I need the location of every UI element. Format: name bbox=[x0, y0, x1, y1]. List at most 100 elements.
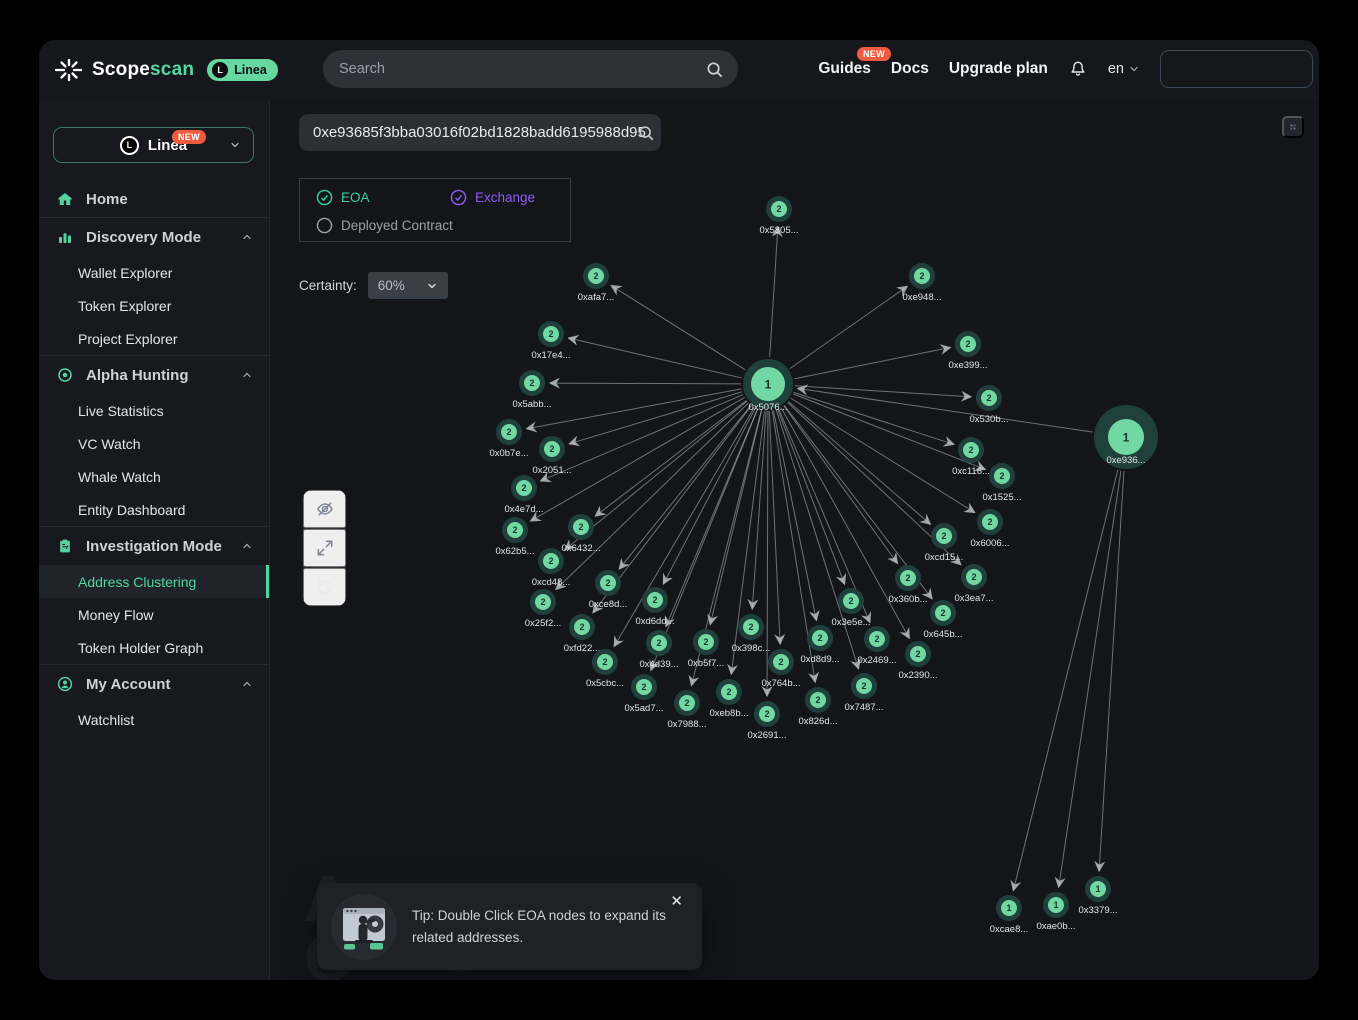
svg-text:0x398c...: 0x398c... bbox=[732, 643, 771, 654]
filter-exchange-checkbox[interactable]: Exchange bbox=[450, 189, 535, 206]
sidebar-section-my-account[interactable]: My Account bbox=[39, 665, 269, 703]
chevron-down-icon bbox=[426, 280, 438, 292]
chevron-down-icon bbox=[229, 139, 241, 151]
graph-node-0x5abb[interactable]: 20x5abb... bbox=[512, 370, 551, 410]
wallet-button[interactable] bbox=[1160, 50, 1313, 88]
graph-node-0xe936[interactable]: 10xe936... bbox=[1094, 405, 1158, 469]
sidebar-item-token-explorer[interactable]: Token Explorer bbox=[39, 289, 269, 322]
linea-chain-badge: L Linea bbox=[207, 59, 278, 81]
graph-node-0x2691[interactable]: 20x2691... bbox=[747, 701, 786, 741]
filter-deployed-contract-checkbox[interactable]: Deployed Contract bbox=[316, 217, 453, 234]
sidebar-item-vc-watch[interactable]: VC Watch bbox=[39, 427, 269, 460]
graph-node-0xae0b[interactable]: 10xae0b... bbox=[1036, 892, 1075, 932]
app-title: Scopescan bbox=[92, 59, 194, 81]
graph-node-0x5805[interactable]: 20x5805... bbox=[759, 196, 798, 236]
graph-node-0xcd15[interactable]: 20xcd15... bbox=[925, 523, 964, 563]
svg-text:0xae0b...: 0xae0b... bbox=[1036, 921, 1075, 932]
graph-node-0x62b5[interactable]: 20x62b5... bbox=[495, 517, 534, 557]
svg-text:0x7487...: 0x7487... bbox=[844, 702, 883, 713]
notification-bell-icon[interactable] bbox=[1068, 59, 1088, 79]
graph-node-0x826d[interactable]: 20x826d... bbox=[798, 687, 837, 727]
app-window: Scopescan L Linea Guides NEW Docs Upgrad… bbox=[39, 40, 1319, 980]
nav-upgrade-plan[interactable]: Upgrade plan bbox=[949, 60, 1048, 78]
sidebar-item-token-holder-graph[interactable]: Token Holder Graph bbox=[39, 631, 269, 664]
sidebar-item-entity-dashboard[interactable]: Entity Dashboard bbox=[39, 493, 269, 526]
graph-edge bbox=[619, 405, 751, 569]
svg-text:0x645b...: 0x645b... bbox=[923, 629, 962, 640]
graph-node-0x4d39[interactable]: 20x4d39... bbox=[639, 630, 678, 670]
sidebar-item-project-explorer[interactable]: Project Explorer bbox=[39, 322, 269, 355]
graph-node-0x5ad7[interactable]: 20x5ad7... bbox=[624, 674, 663, 714]
sidebar-item-money-flow[interactable]: Money Flow bbox=[39, 598, 269, 631]
graph-node-0xe399[interactable]: 20xe399... bbox=[948, 331, 987, 371]
filter-eoa-checkbox[interactable]: EOA bbox=[316, 189, 370, 206]
certainty-label: Certainty: bbox=[299, 278, 357, 293]
graph-node-0x3379[interactable]: 10x3379... bbox=[1078, 876, 1117, 916]
graph-canvas[interactable]: A C 10x5076...10xe936...20x5805...20xafa… bbox=[270, 100, 1319, 980]
svg-text:2: 2 bbox=[512, 525, 517, 535]
brand[interactable]: Scopescan L Linea bbox=[55, 40, 278, 100]
sidebar-item-live-statistics[interactable]: Live Statistics bbox=[39, 394, 269, 427]
search-input[interactable] bbox=[337, 60, 705, 78]
graph-node-0xd6dd[interactable]: 20xd6dd... bbox=[635, 587, 674, 627]
graph-node-0x4e7d[interactable]: 20x4e7d... bbox=[504, 475, 543, 515]
sidebar-item-home[interactable]: Home bbox=[39, 181, 269, 217]
nav-docs[interactable]: Docs bbox=[891, 60, 929, 78]
fullscreen-button[interactable] bbox=[1282, 116, 1304, 138]
svg-text:2: 2 bbox=[548, 556, 553, 566]
graph-node-0x7988[interactable]: 20x7988... bbox=[667, 690, 706, 730]
expand-icon bbox=[315, 538, 335, 558]
nav-guides[interactable]: Guides NEW bbox=[818, 60, 871, 78]
global-search[interactable] bbox=[323, 50, 738, 88]
graph-node-0x2469[interactable]: 20x2469... bbox=[857, 626, 896, 666]
graph-edge bbox=[769, 411, 780, 644]
graph-node-0x6006[interactable]: 20x6006... bbox=[970, 509, 1009, 549]
sidebar-section-discovery-mode[interactable]: Discovery Mode bbox=[39, 218, 269, 256]
tip-text: Tip: Double Click EOA nodes to expand it… bbox=[412, 905, 688, 948]
graph-node-0x5076[interactable]: 10x5076... bbox=[743, 359, 793, 413]
graph-node-0x2390[interactable]: 20x2390... bbox=[898, 641, 937, 681]
svg-text:2: 2 bbox=[579, 622, 584, 632]
graph-node-0xcae8[interactable]: 10xcae8... bbox=[990, 895, 1029, 935]
graph-node-0xcd48[interactable]: 20xcd48... bbox=[532, 548, 571, 588]
graph-node-0x25f2[interactable]: 20x25f2... bbox=[525, 589, 561, 629]
graph-node-0xc116[interactable]: 20xc116... bbox=[952, 437, 990, 477]
sidebar-item-watchlist[interactable]: Watchlist bbox=[39, 703, 269, 736]
hide-nodes-button[interactable] bbox=[303, 490, 346, 528]
sidebar-section-alpha-hunting[interactable]: Alpha Hunting bbox=[39, 356, 269, 394]
sidebar-item-wallet-explorer[interactable]: Wallet Explorer bbox=[39, 256, 269, 289]
svg-text:2: 2 bbox=[549, 444, 554, 454]
language-selector[interactable]: en bbox=[1108, 61, 1140, 77]
graph-node-0x398c[interactable]: 20x398c... bbox=[732, 614, 771, 654]
address-input[interactable] bbox=[311, 123, 651, 142]
graph-node-0xfd22[interactable]: 20xfd22... bbox=[564, 614, 600, 654]
sidebar-item-whale-watch[interactable]: Whale Watch bbox=[39, 460, 269, 493]
graph-node-0x17e4[interactable]: 20x17e4... bbox=[531, 321, 570, 361]
graph-node-0x3e5e[interactable]: 20x3e5e... bbox=[831, 588, 870, 628]
address-search-box[interactable] bbox=[299, 114, 661, 151]
graph-node-0xafa7[interactable]: 20xafa7... bbox=[578, 263, 614, 303]
graph-node-0x530b[interactable]: 20x530b... bbox=[969, 385, 1008, 425]
graph-node-0x0b7e[interactable]: 20x0b7e... bbox=[489, 419, 528, 459]
graph-node-0x7487[interactable]: 20x7487... bbox=[844, 673, 883, 713]
graph-node-0xeb8b[interactable]: 20xeb8b... bbox=[709, 679, 748, 719]
graph-node-0x645b[interactable]: 20x645b... bbox=[923, 600, 962, 640]
certainty-select[interactable]: 60% bbox=[368, 272, 448, 299]
graph-node-0xb5f7[interactable]: 20xb5f7... bbox=[688, 629, 724, 669]
graph-node-0xd8d9[interactable]: 20xd8d9... bbox=[800, 625, 839, 665]
graph-node-0x6432[interactable]: 20x6432... bbox=[561, 514, 600, 554]
sidebar-item-address-clustering[interactable]: Address Clustering bbox=[39, 565, 269, 598]
refresh-graph-button[interactable] bbox=[303, 568, 346, 606]
graph-node-0x2051[interactable]: 20x2051... bbox=[532, 436, 571, 476]
graph-node-0xe948[interactable]: 20xe948... bbox=[902, 263, 941, 303]
network-selector[interactable]: L Linea NEW bbox=[53, 127, 254, 163]
graph-node-0x3ea7[interactable]: 20x3ea7... bbox=[954, 564, 993, 604]
close-icon[interactable]: ✕ bbox=[664, 893, 689, 910]
sidebar-section-investigation-mode[interactable]: Investigation Mode bbox=[39, 527, 269, 565]
expand-graph-button[interactable] bbox=[303, 529, 346, 567]
svg-text:0x17e4...: 0x17e4... bbox=[531, 350, 570, 361]
graph-node-0x5cbc[interactable]: 20x5cbc... bbox=[586, 649, 624, 689]
svg-text:2: 2 bbox=[764, 709, 769, 719]
graph-edge bbox=[569, 392, 742, 444]
linea-network-icon: L bbox=[120, 136, 139, 155]
